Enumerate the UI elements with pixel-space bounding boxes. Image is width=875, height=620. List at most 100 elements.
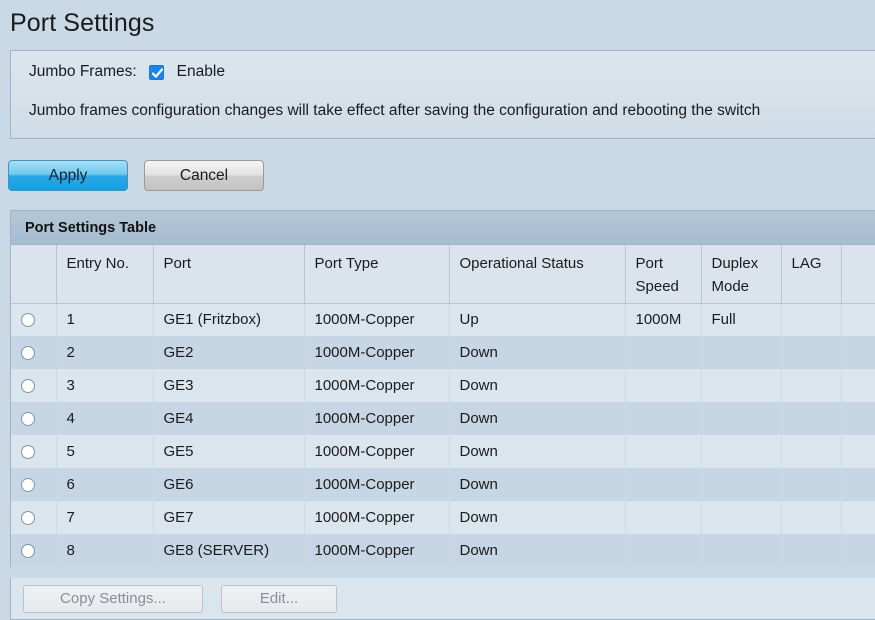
cell-duplex-mode (701, 534, 781, 567)
column-header-duplex-line2: Mode (711, 278, 750, 295)
table-footer-bar: Copy Settings... Edit... (10, 578, 875, 620)
row-select-cell[interactable] (11, 501, 56, 534)
column-header-duplex-mode: Duplex Mode (701, 245, 782, 303)
column-header-port-speed-line1: Port (635, 255, 664, 272)
cell-port-type: 1000M-Copper (314, 344, 415, 361)
cell-lag (781, 336, 841, 369)
table-header-row: Entry No. Port Port Type Operational Sta… (11, 245, 875, 303)
cell-operational-status: Down (459, 509, 498, 526)
jumbo-frames-note: Jumbo frames configuration changes will … (29, 102, 761, 119)
cell-entry-no: 3 (66, 377, 75, 394)
cell-entry-no: 2 (66, 344, 75, 361)
column-header-port: Port (153, 245, 305, 303)
cell-duplex-mode (701, 369, 781, 402)
radio-unselected-icon[interactable] (21, 412, 35, 427)
cell-port: GE2 (163, 344, 194, 361)
cell-extra (841, 435, 875, 468)
table-row[interactable]: 5 GE5 1000M-Copper Down (11, 435, 875, 468)
table-row[interactable]: 7 GE7 1000M-Copper Down (11, 501, 875, 534)
cell-port-speed (625, 435, 701, 468)
cell-extra (841, 534, 875, 567)
cell-port: GE6 (163, 476, 194, 493)
cell-operational-status: Up (459, 311, 479, 329)
cancel-button[interactable]: Cancel (144, 160, 264, 191)
jumbo-frames-checkbox[interactable] (148, 64, 164, 80)
cell-duplex-mode (701, 468, 781, 501)
radio-unselected-icon[interactable] (21, 544, 35, 559)
radio-unselected-icon[interactable] (21, 445, 35, 460)
cell-entry-no: 4 (66, 410, 75, 427)
table-body: 1 GE1 (Fritzbox) 1000M-Copper Up 1000M Full 2 G… (11, 303, 875, 567)
cell-port-type: 1000M-Copper (314, 410, 415, 427)
cell-operational-status: Down (459, 542, 498, 559)
column-header-operational-status: Operational Status (449, 245, 626, 303)
port-settings-table: Entry No. Port Port Type Operational Sta… (11, 245, 875, 567)
column-header-extra (841, 245, 875, 303)
column-header-select (11, 245, 57, 303)
radio-unselected-icon[interactable] (21, 346, 35, 361)
cell-port-type: 1000M-Copper (314, 311, 415, 329)
table-row[interactable]: 2 GE2 1000M-Copper Down (11, 336, 875, 369)
radio-unselected-icon[interactable] (21, 511, 35, 526)
cell-duplex-mode (701, 402, 781, 435)
cell-extra (841, 369, 875, 402)
cell-port-type: 1000M-Copper (314, 476, 415, 493)
column-header-entry-no: Entry No. (56, 245, 154, 303)
table-row[interactable]: 3 GE3 1000M-Copper Down (11, 369, 875, 402)
cell-port: GE3 (163, 377, 194, 394)
cell-port-speed: 1000M (635, 311, 682, 329)
table-row[interactable]: 6 GE6 1000M-Copper Down (11, 468, 875, 501)
row-select-cell[interactable] (11, 435, 56, 468)
table-row[interactable]: 1 GE1 (Fritzbox) 1000M-Copper Up 1000M Full (11, 303, 875, 336)
edit-button[interactable]: Edit... (221, 584, 337, 613)
column-header-port-speed: Port Speed (625, 245, 702, 303)
radio-unselected-icon[interactable] (21, 478, 35, 493)
cell-lag (781, 402, 841, 435)
action-bar: Apply Cancel (8, 160, 264, 191)
jumbo-frames-enable-label: Enable (176, 63, 225, 80)
radio-unselected-icon[interactable] (21, 379, 35, 394)
row-select-cell[interactable] (11, 402, 56, 435)
cell-lag (781, 468, 841, 501)
cell-port-speed (625, 336, 701, 369)
copy-settings-button[interactable]: Copy Settings... (23, 584, 203, 613)
row-select-cell[interactable] (11, 336, 56, 369)
column-header-port-type: Port Type (304, 245, 450, 303)
radio-unselected-icon[interactable] (21, 313, 35, 328)
cell-extra (841, 336, 875, 369)
jumbo-frames-label: Jumbo Frames: (29, 63, 137, 80)
row-select-cell[interactable] (11, 303, 56, 336)
cell-operational-status: Down (459, 377, 498, 394)
cell-port-speed (625, 501, 701, 534)
cell-extra (841, 402, 875, 435)
jumbo-frames-row: Jumbo Frames: Enable (11, 51, 875, 93)
column-header-duplex-line1: Duplex (711, 255, 759, 272)
cell-duplex-mode: Full (711, 311, 736, 329)
row-select-cell[interactable] (11, 534, 56, 567)
check-icon (151, 67, 163, 78)
cell-duplex-mode (701, 501, 781, 534)
cell-port-type: 1000M-Copper (314, 509, 415, 526)
cell-extra (841, 303, 875, 336)
cell-port: GE8 (SERVER) (163, 542, 270, 559)
row-select-cell[interactable] (11, 468, 56, 501)
cell-port: GE4 (163, 410, 194, 427)
cell-port-type: 1000M-Copper (314, 542, 415, 559)
cell-entry-no: 1 (66, 311, 75, 329)
cell-port: GE1 (Fritzbox) (163, 311, 262, 329)
table-row[interactable]: 8 GE8 (SERVER) 1000M-Copper Down (11, 534, 875, 567)
cell-port-speed (625, 468, 701, 501)
cell-operational-status: Down (459, 344, 498, 361)
port-settings-table-panel: Port Settings Table Entry No. Port Port … (10, 210, 875, 567)
cell-entry-no: 8 (66, 542, 75, 559)
cell-operational-status: Down (459, 410, 498, 427)
row-select-cell[interactable] (11, 369, 56, 402)
apply-button[interactable]: Apply (8, 160, 128, 191)
table-row[interactable]: 4 GE4 1000M-Copper Down (11, 402, 875, 435)
cell-lag (781, 369, 841, 402)
column-header-lag: LAG (781, 245, 842, 303)
cell-port-type: 1000M-Copper (314, 377, 415, 394)
cell-lag (781, 534, 841, 567)
cell-lag (781, 303, 841, 336)
cell-port-type: 1000M-Copper (314, 443, 415, 460)
